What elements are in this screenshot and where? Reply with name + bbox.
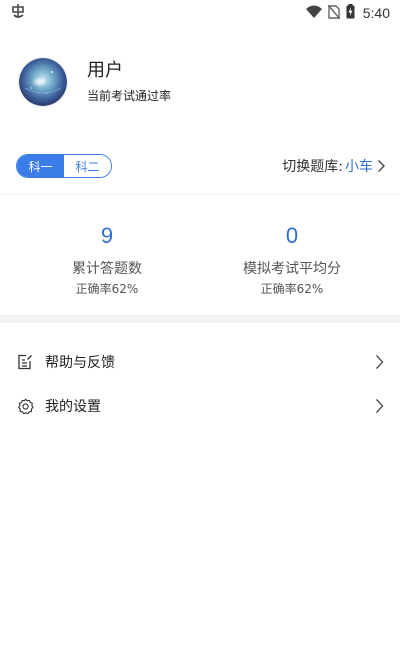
battery-charging-icon	[346, 3, 355, 23]
stat-accuracy: 正确率62%	[260, 282, 324, 296]
menu-label: 帮助与反馈	[45, 355, 115, 371]
profile-header[interactable]: 用户 当前考试通过率	[19, 58, 171, 106]
pass-rate-label: 当前考试通过率	[87, 89, 172, 103]
subject-tabs: 科一 科二	[16, 154, 112, 178]
tab-subject-one[interactable]: 科一	[17, 155, 64, 177]
switch-bank-label: 切换题库:	[282, 159, 343, 175]
divider	[0, 194, 400, 195]
switch-bank-button[interactable]: 切换题库: 小车	[282, 156, 386, 176]
stat-accuracy: 正确率62%	[75, 282, 139, 296]
chevron-right-icon	[375, 398, 384, 414]
no-sim-icon	[327, 4, 341, 23]
menu-item-help-feedback[interactable]: 帮助与反馈	[0, 340, 400, 384]
feedback-icon	[16, 353, 34, 371]
menu-item-settings[interactable]: 我的设置	[0, 384, 400, 428]
menu-label: 我的设置	[45, 399, 101, 415]
stat-value: 9	[100, 223, 114, 248]
bank-value: 小车	[345, 159, 373, 175]
settings-gear-icon	[16, 397, 34, 415]
chevron-right-icon	[377, 159, 386, 173]
stat-total-answers[interactable]: 9 累计答题数 正确率62%	[0, 222, 214, 297]
status-time: 5:40	[362, 5, 390, 21]
user-name: 用户	[87, 60, 123, 81]
avatar[interactable]	[19, 58, 67, 106]
stat-mock-exam-average[interactable]: 0 模拟考试平均分 正确率62%	[214, 222, 370, 297]
menu-list: 帮助与反馈 我的设置	[0, 340, 400, 428]
status-left	[10, 3, 26, 23]
status-right: 5:40	[305, 3, 390, 23]
subject-row: 科一 科二 切换题库: 小车	[16, 153, 386, 179]
status-bar: 5:40	[0, 0, 400, 26]
profile-text: 用户 当前考试通过率	[87, 60, 171, 104]
section-divider	[0, 315, 400, 323]
stat-label: 模拟考试平均分	[243, 261, 341, 277]
stats-panel: 9 累计答题数 正确率62% 0 模拟考试平均分 正确率62%	[0, 222, 400, 297]
tab-subject-two[interactable]: 科二	[64, 155, 111, 177]
bug-icon	[10, 3, 26, 23]
stat-value: 0	[285, 223, 299, 248]
stat-label: 累计答题数	[72, 261, 142, 277]
wifi-icon	[305, 4, 322, 23]
chevron-right-icon	[375, 354, 384, 370]
